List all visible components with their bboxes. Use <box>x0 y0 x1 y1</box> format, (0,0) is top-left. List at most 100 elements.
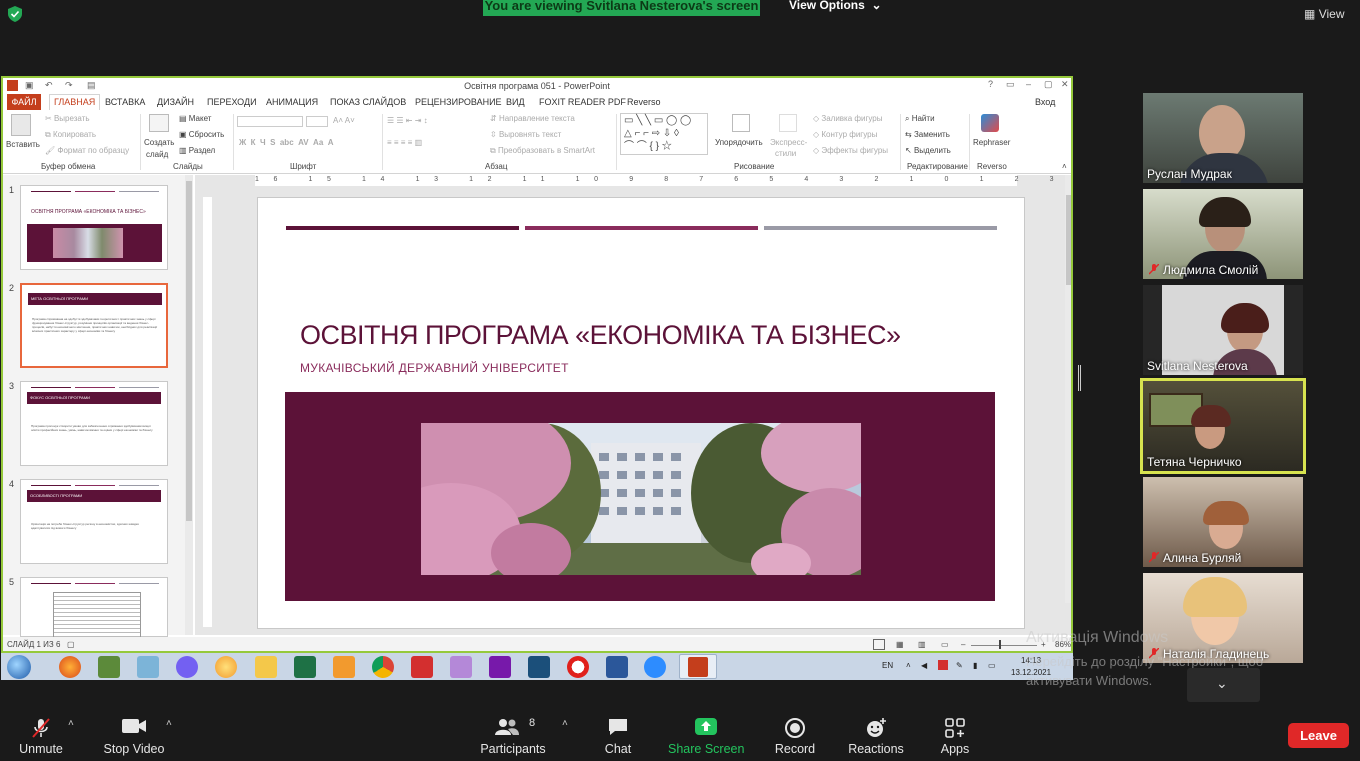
pen-icon[interactable] <box>450 656 472 678</box>
opera-icon[interactable] <box>567 656 589 678</box>
slide-canvas[interactable]: ОСВІТНЯ ПРОГРАМА «ЕКОНОМІКА ТА БІЗНЕС» М… <box>257 197 1025 629</box>
file-manager-icon[interactable] <box>137 656 159 678</box>
thumbnails-scrollbar[interactable] <box>185 175 193 635</box>
language-indicator[interactable]: EN <box>882 661 893 670</box>
onenote-icon[interactable] <box>489 656 511 678</box>
slide-title[interactable]: ОСВІТНЯ ПРОГРАМА «ЕКОНОМІКА ТА БІЗНЕС» <box>300 320 901 351</box>
select-button[interactable]: ↖ Выделить <box>905 146 951 155</box>
scrollbar-thumb[interactable] <box>186 181 192 521</box>
tab-file[interactable]: ФАЙЛ <box>7 94 41 110</box>
slide-sorter-icon[interactable]: ▦ <box>896 640 904 649</box>
zoom-out-icon[interactable]: – <box>961 640 965 649</box>
collapse-ribbon-icon[interactable]: ˄ <box>1062 162 1067 171</box>
audio-options-caret[interactable]: ˄ <box>68 718 74 729</box>
paint-icon[interactable] <box>215 656 237 678</box>
help-icon[interactable]: ? <box>988 79 993 89</box>
notification-icon[interactable]: ▭ <box>988 661 996 670</box>
view-layout-button[interactable]: ▦ View <box>1304 7 1344 21</box>
list-buttons[interactable]: ☰ ☰ ⇤ ⇥ ↕ <box>387 116 428 125</box>
tab-view[interactable]: ВИД <box>506 97 525 107</box>
layout-button[interactable]: ▤ Макет <box>179 114 211 123</box>
slide-thumbnail-1[interactable]: ОСВІТНЯ ПРОГРАМА «ЕКОНОМІКА ТА БІЗНЕС» <box>20 185 168 270</box>
zoom-app-icon[interactable] <box>644 656 666 678</box>
participant-tile[interactable]: Наталія Гладинець <box>1143 573 1303 663</box>
shapes-gallery[interactable]: ▭ ╲ ╲ ▭ ◯ ◯ △ ⌐ ⌐ ⇨ ⇩ ◊ ⌒ ⌒ { } ☆ <box>620 113 708 155</box>
start-button[interactable] <box>7 655 31 679</box>
replace-button[interactable]: ⇆ Заменить <box>905 130 950 139</box>
paste-button[interactable]: Вставить <box>6 140 40 149</box>
volume-icon[interactable]: ◀ <box>921 661 927 670</box>
reading-view-icon[interactable]: ▥ <box>918 640 926 649</box>
minimize-icon[interactable]: – <box>1026 79 1031 89</box>
tab-review[interactable]: РЕЦЕНЗИРОВАНИЕ <box>415 97 502 107</box>
tab-animation[interactable]: АНИМАЦИЯ <box>266 97 318 107</box>
font-style-buttons[interactable]: Ж К Ч S abc AV Aa A <box>239 138 334 147</box>
pen-tray-icon[interactable]: ✎ <box>956 661 963 670</box>
powerpoint-taskbar-button[interactable] <box>679 654 717 679</box>
acrobat-icon[interactable] <box>411 656 433 678</box>
slide-thumbnail-5[interactable] <box>20 577 168 640</box>
format-painter-button[interactable]: 🖌 Формат по образцу <box>45 146 129 155</box>
firefox-icon[interactable] <box>59 656 81 678</box>
find-button[interactable]: ⌕ Найти <box>905 114 935 124</box>
folder-icon[interactable] <box>255 656 277 678</box>
new-slide-button[interactable]: Создать <box>144 138 174 147</box>
paste-icon[interactable] <box>11 114 31 136</box>
network-icon[interactable]: ▮ <box>973 661 977 670</box>
acrobat-tray-icon[interactable] <box>938 660 948 670</box>
font-size-field[interactable] <box>306 116 328 127</box>
tab-transitions[interactable]: ПЕРЕХОДИ <box>207 97 257 107</box>
font-name-field[interactable] <box>237 116 303 127</box>
rephraser-button[interactable]: Rephraser <box>973 138 1010 147</box>
tab-design[interactable]: ДИЗАЙН <box>157 97 194 107</box>
participants-options-caret[interactable]: ˄ <box>562 718 568 729</box>
participant-tile-active-speaker[interactable]: Тетяна Черничко <box>1140 378 1306 474</box>
cut-button[interactable]: ✂ Вырезать <box>45 114 90 123</box>
normal-view-icon[interactable] <box>873 639 885 650</box>
encryption-shield-icon[interactable] <box>8 6 22 22</box>
chrome-icon[interactable] <box>372 656 394 678</box>
tab-home[interactable]: ГЛАВНАЯ <box>49 94 101 110</box>
foxit-icon[interactable] <box>333 656 355 678</box>
leave-button[interactable]: Leave <box>1288 723 1349 748</box>
align-buttons[interactable]: ≡ ≡ ≡ ≡ ▥ <box>387 138 422 147</box>
slide-thumbnail-4[interactable]: ОСОБЛИВОСТІ ПРОГРАМИ Орієнтація на потре… <box>20 479 168 564</box>
slide-subtitle[interactable]: МУКАЧІВСЬКИЙ ДЕРЖАВНИЙ УНІВЕРСИТЕТ <box>300 361 569 375</box>
split-handle[interactable] <box>1078 365 1081 391</box>
close-icon[interactable]: ✕ <box>1061 79 1069 90</box>
tray-expand-icon[interactable]: ˄ <box>906 661 911 670</box>
spellcheck-icon[interactable]: ▢ <box>67 640 75 649</box>
arrange-button[interactable]: Упорядочить <box>715 138 763 147</box>
image-editor-icon[interactable] <box>98 656 120 678</box>
tab-reverso[interactable]: Reverso <box>627 97 661 107</box>
participant-tile[interactable]: Людмила Смолій <box>1143 189 1303 279</box>
participant-tile[interactable]: Алина Бурляй <box>1143 477 1303 567</box>
text-direction-button[interactable]: ⇵ Направление текста <box>490 114 575 123</box>
tab-foxit[interactable]: FOXIT READER PDF <box>539 97 626 107</box>
arrange-icon[interactable] <box>732 114 750 132</box>
participant-tile[interactable]: Svitlana Nesterova <box>1143 285 1303 375</box>
scrollbar-thumb[interactable] <box>1066 195 1071 285</box>
new-slide-icon[interactable] <box>149 114 169 132</box>
sign-in-link[interactable]: Вход <box>1035 97 1055 107</box>
tab-insert[interactable]: ВСТАВКА <box>105 97 145 107</box>
tab-slideshow[interactable]: ПОКАЗ СЛАЙДОВ <box>330 97 406 107</box>
view-options-menu[interactable]: View Options ⌄ <box>789 0 882 11</box>
zoom-slider-thumb[interactable] <box>999 640 1001 649</box>
copy-button[interactable]: ⧉ Копировать <box>45 130 96 140</box>
shape-outline-button[interactable]: ◇ Контур фигуры <box>813 130 877 139</box>
collapse-gallery-button[interactable]: ⌄ <box>1187 668 1260 702</box>
align-text-button[interactable]: ⇳ Выровнять текст <box>490 130 561 139</box>
maximize-icon[interactable]: ▢ <box>1044 79 1053 90</box>
slide-thumbnail-3[interactable]: ФОКУС ОСВІТНЬОЇ ПРОГРАМИ Програма пропон… <box>20 381 168 466</box>
section-button[interactable]: ▥ Раздел <box>179 146 215 155</box>
reset-button[interactable]: ▣ Сбросить <box>179 130 224 139</box>
video-options-caret[interactable]: ˄ <box>166 718 172 729</box>
viber-icon[interactable] <box>176 656 198 678</box>
rephraser-icon[interactable] <box>981 114 999 132</box>
participant-tile[interactable]: Руслан Мудрак <box>1143 93 1303 183</box>
grow-shrink-font-icon[interactable]: A˄ A˅ <box>333 116 355 125</box>
quick-styles-button[interactable]: Экспресс- <box>770 138 807 147</box>
slideshow-icon[interactable]: ▭ <box>941 640 949 649</box>
ribbon-options-icon[interactable]: ▭ <box>1006 79 1015 90</box>
